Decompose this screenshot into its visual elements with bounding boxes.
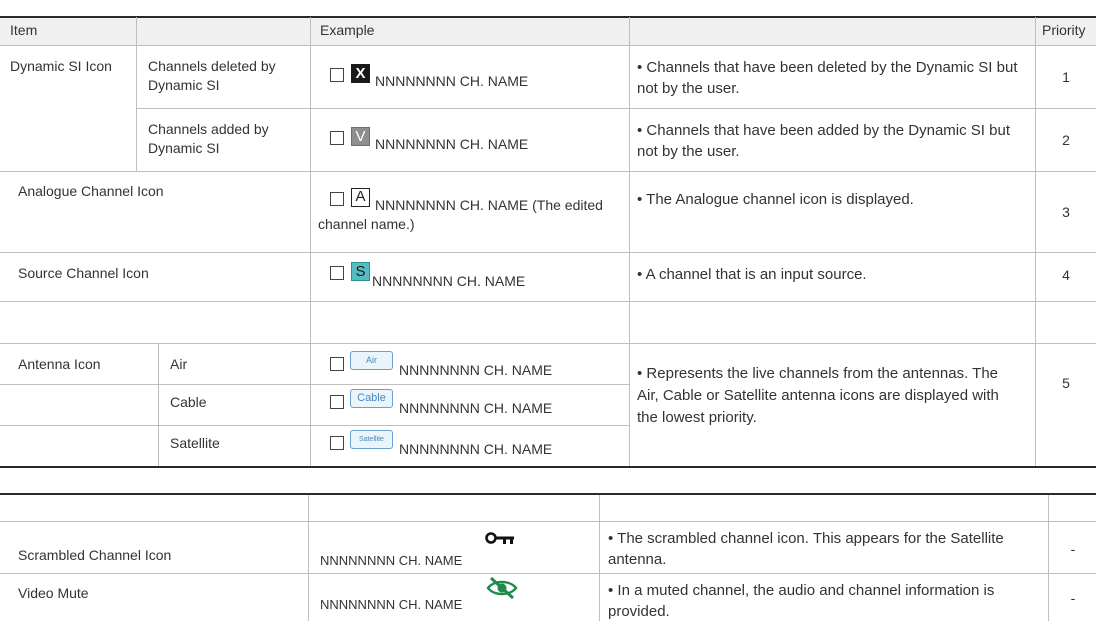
sub-label-deleted: Channels deleted by Dynamic SI bbox=[148, 58, 276, 93]
example-text: NNNNNNNN CH. NAME (The edited channel na… bbox=[318, 197, 603, 232]
divider bbox=[136, 17, 137, 45]
example-text: NNNNNNNN CH. NAME bbox=[320, 597, 463, 612]
checkbox[interactable] bbox=[330, 131, 344, 145]
table-top-border bbox=[0, 16, 1096, 18]
priority-value: - bbox=[1070, 541, 1076, 557]
key-icon bbox=[485, 532, 514, 544]
sub-label-added: Channels added by Dynamic SI bbox=[148, 121, 269, 156]
sub-label-satellite: Satellite bbox=[170, 435, 220, 451]
row-label-antenna: Antenna Icon bbox=[18, 356, 101, 372]
divider bbox=[1035, 17, 1036, 467]
priority-value: 5 bbox=[1062, 375, 1070, 391]
divider bbox=[0, 171, 1096, 172]
header-priority: Priority bbox=[1042, 22, 1086, 38]
row-label-scrambled: Scrambled Channel Icon bbox=[18, 547, 172, 563]
divider bbox=[1048, 495, 1049, 621]
header-example: Example bbox=[320, 22, 375, 38]
divider bbox=[310, 17, 311, 467]
header-item: Item bbox=[10, 22, 38, 38]
deleted-x-icon: X bbox=[351, 64, 370, 83]
example-text: NNNNNNNN CH. NAME bbox=[399, 362, 553, 378]
row-label-dynamic-si: Dynamic SI Icon bbox=[10, 58, 112, 74]
description: A channel that is an input source. bbox=[637, 264, 867, 285]
cable-antenna-icon: Cable bbox=[350, 389, 393, 408]
description: The scrambled channel icon. This appears… bbox=[608, 528, 1043, 570]
checkbox[interactable] bbox=[330, 68, 344, 82]
description: Represents the live channels from the an… bbox=[637, 363, 1022, 429]
priority-value: - bbox=[1070, 590, 1076, 606]
priority-value: 3 bbox=[1062, 204, 1070, 220]
example-text: NNNNNNNN CH. NAME bbox=[375, 136, 529, 152]
divider bbox=[0, 343, 1096, 344]
description: In a muted channel, the audio and channe… bbox=[608, 580, 1043, 622]
divider bbox=[136, 108, 1096, 109]
example-text: NNNNNNNN CH. NAME bbox=[399, 441, 553, 457]
divider bbox=[158, 343, 159, 467]
divider bbox=[308, 495, 309, 621]
checkbox[interactable] bbox=[330, 436, 344, 450]
divider bbox=[629, 17, 630, 467]
air-antenna-icon: Air bbox=[350, 351, 393, 370]
description: Channels that have been added by the Dyn… bbox=[637, 120, 1022, 162]
table-bottom-border bbox=[0, 466, 1096, 468]
row-label-source: Source Channel Icon bbox=[18, 265, 149, 281]
row-label-video-mute: Video Mute bbox=[18, 585, 89, 601]
table-top-border bbox=[0, 493, 1096, 495]
sub-label-air: Air bbox=[170, 356, 188, 372]
priority-value: 4 bbox=[1062, 267, 1070, 283]
satellite-antenna-icon: Satellite bbox=[350, 430, 393, 449]
divider bbox=[0, 521, 1096, 522]
divider bbox=[0, 301, 1096, 302]
example-text: NNNNNNNN CH. NAME bbox=[372, 273, 526, 289]
priority-value: 2 bbox=[1062, 132, 1070, 148]
example-text: NNNNNNNN CH. NAME bbox=[320, 553, 463, 568]
divider bbox=[0, 425, 629, 426]
source-s-icon: S bbox=[351, 262, 370, 281]
checkbox[interactable] bbox=[330, 266, 344, 280]
eye-slash-icon bbox=[486, 576, 518, 600]
row-label-analogue: Analogue Channel Icon bbox=[18, 183, 164, 199]
divider bbox=[599, 495, 600, 621]
description: Channels that have been deleted by the D… bbox=[637, 57, 1022, 99]
divider bbox=[0, 573, 1096, 574]
description: The Analogue channel icon is displayed. bbox=[637, 189, 967, 210]
divider bbox=[0, 384, 629, 385]
divider bbox=[0, 252, 1096, 253]
checkbox[interactable] bbox=[330, 395, 344, 409]
divider bbox=[0, 45, 1096, 46]
added-v-icon: V bbox=[351, 127, 370, 146]
checkbox[interactable] bbox=[330, 357, 344, 371]
example-text: NNNNNNNN CH. NAME bbox=[375, 73, 529, 89]
table-header bbox=[0, 17, 1096, 45]
sub-label-cable: Cable bbox=[170, 394, 207, 410]
priority-value: 1 bbox=[1062, 69, 1070, 85]
example-text: NNNNNNNN CH. NAME bbox=[399, 400, 553, 416]
